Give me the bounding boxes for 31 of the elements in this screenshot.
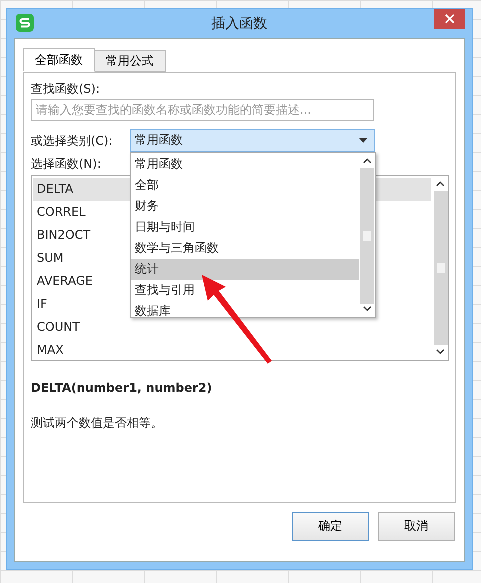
dropdown-option[interactable]: 财务: [131, 196, 359, 217]
dropdown-option[interactable]: 数据库: [131, 301, 359, 322]
category-dropdown[interactable]: 常用函数: [130, 129, 375, 152]
tab[interactable]: 全部函数: [23, 48, 95, 72]
dropdown-option[interactable]: 日期与时间: [131, 217, 359, 238]
search-label: 查找函数(S):: [31, 81, 100, 97]
dropdown-caret-icon: [359, 138, 368, 143]
app-logo-icon: [16, 14, 34, 32]
dropdown-option[interactable]: 统计: [131, 259, 359, 280]
search-field[interactable]: 请输入您要查找的函数名称或函数功能的简要描述...: [31, 99, 374, 121]
window-title: 插入函数: [212, 14, 268, 32]
category-label: 或选择类别(C):: [31, 132, 114, 148]
dialog-button[interactable]: 确定: [292, 512, 369, 541]
dropdown-option[interactable]: 查找与引用: [131, 280, 359, 301]
dialog-button[interactable]: 取消: [378, 512, 455, 541]
scrollbar-thumb[interactable]: [436, 263, 444, 273]
tab[interactable]: 常用公式: [94, 50, 166, 72]
close-button[interactable]: [434, 9, 465, 29]
dropdown-option[interactable]: 常用函数: [131, 154, 359, 175]
scroll-up-icon[interactable]: [362, 158, 372, 164]
scroll-up-icon[interactable]: [436, 181, 445, 187]
function-description: 测试两个数值是否相等。: [31, 415, 163, 432]
function-item[interactable]: MAX: [33, 339, 431, 362]
dropdown-option[interactable]: 数学与三角函数: [131, 238, 359, 259]
scroll-down-icon[interactable]: [362, 306, 372, 312]
dropdown-option[interactable]: 全部: [131, 175, 359, 196]
function-signature: DELTA(number1, number2): [31, 381, 212, 395]
close-icon: [444, 14, 454, 24]
scroll-down-icon[interactable]: [436, 349, 445, 355]
function-list-label: 选择函数(N):: [31, 156, 102, 172]
scrollbar-thumb[interactable]: [363, 231, 371, 241]
